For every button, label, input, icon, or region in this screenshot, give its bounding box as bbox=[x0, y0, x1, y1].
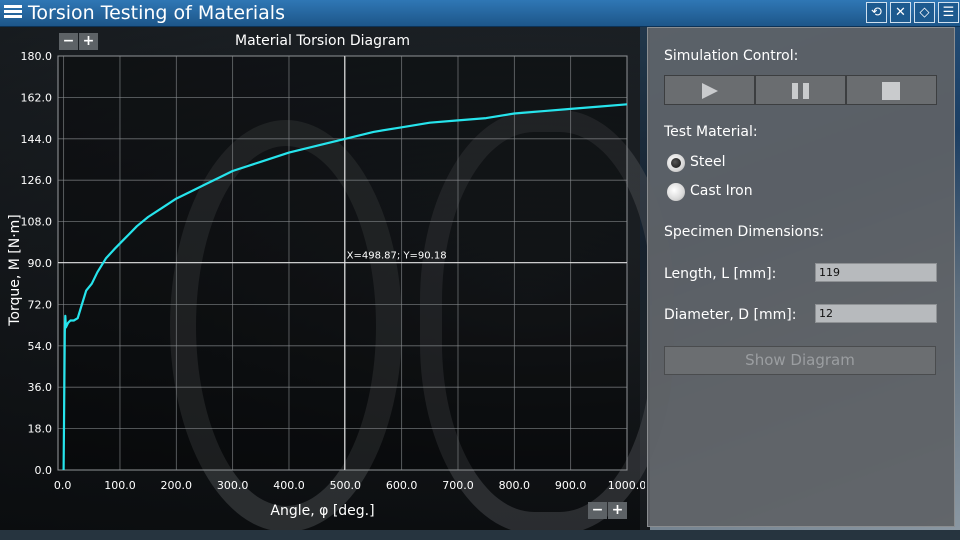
y-tick-label: 18.0 bbox=[28, 423, 53, 436]
y-tick-label: 90.0 bbox=[28, 257, 53, 270]
cast-iron-label[interactable]: Cast Iron bbox=[690, 183, 753, 199]
diameter-label: Diameter, D [mm]: bbox=[664, 307, 797, 323]
y-tick-label: 162.0 bbox=[21, 91, 53, 104]
x-zoom-in-button[interactable]: + bbox=[608, 502, 627, 519]
stop-icon bbox=[882, 82, 900, 100]
y-tick-label: 54.0 bbox=[28, 340, 53, 353]
test-material-label: Test Material: bbox=[664, 124, 758, 140]
x-tick-label: 700.0 bbox=[442, 479, 474, 492]
title-bar: Torsion Testing of Materials ⟲ ✕ ◇ ☰ bbox=[0, 0, 960, 27]
x-zoom-out-button[interactable]: − bbox=[588, 502, 607, 519]
diameter-field[interactable]: 12 bbox=[815, 304, 937, 323]
pause-button[interactable] bbox=[755, 75, 846, 105]
play-icon bbox=[702, 83, 718, 99]
y-tick-label: 126.0 bbox=[21, 174, 53, 187]
status-strip bbox=[0, 530, 960, 540]
notebook-icon[interactable]: ◇ bbox=[914, 2, 935, 23]
y-tick-label: 144.0 bbox=[21, 133, 53, 146]
x-tick-label: 300.0 bbox=[217, 479, 249, 492]
chart-area: − + Material Torsion Diagram 0.0 100.0 200… bbox=[0, 26, 645, 530]
y-tick-label: 0.0 bbox=[35, 464, 53, 477]
y-axis-label: Torque, M [N·m] bbox=[7, 214, 23, 326]
play-button[interactable] bbox=[664, 75, 755, 105]
torsion-chart[interactable]: 0.0 100.0 200.0 300.0 400.0 500.0 600.0 700.0 80… bbox=[0, 26, 646, 530]
x-tick-label: 100.0 bbox=[104, 479, 136, 492]
cast-iron-radio[interactable] bbox=[667, 183, 685, 201]
info-list-icon[interactable]: ☰ bbox=[938, 2, 959, 23]
app-title: Torsion Testing of Materials bbox=[28, 2, 285, 24]
y-tick-label: 36.0 bbox=[28, 381, 53, 394]
x-tick-label: 600.0 bbox=[386, 479, 418, 492]
x-tick-label: 800.0 bbox=[499, 479, 531, 492]
x-tick-label: 900.0 bbox=[555, 479, 587, 492]
pause-icon bbox=[792, 83, 809, 99]
length-label: Length, L [mm]: bbox=[664, 266, 777, 282]
y-tick-label: 180.0 bbox=[21, 50, 53, 63]
length-field[interactable]: 119 bbox=[815, 263, 937, 282]
hamburger-menu-icon[interactable] bbox=[4, 3, 22, 23]
x-axis-label: Angle, φ [deg.] bbox=[270, 503, 375, 519]
mute-icon[interactable]: ✕ bbox=[890, 2, 911, 23]
specimen-dimensions-label: Specimen Dimensions: bbox=[664, 224, 824, 240]
y-tick-label: 72.0 bbox=[28, 298, 53, 311]
x-tick-label: 1000.0 bbox=[608, 479, 645, 492]
x-tick-label: 200.0 bbox=[161, 479, 193, 492]
reset-icon[interactable]: ⟲ bbox=[866, 2, 887, 23]
x-tick-label: 0.0 bbox=[54, 479, 72, 492]
show-diagram-button[interactable]: Show Diagram bbox=[664, 346, 936, 375]
x-tick-label: 500.0 bbox=[330, 479, 362, 492]
simulation-control-label: Simulation Control: bbox=[664, 48, 799, 64]
crosshair-readout: X=498.87; Y=90.18 bbox=[347, 251, 447, 262]
x-tick-label: 400.0 bbox=[273, 479, 305, 492]
steel-label[interactable]: Steel bbox=[690, 154, 726, 170]
y-tick-label: 108.0 bbox=[21, 216, 53, 229]
control-panel: Simulation Control: Test Material: Steel… bbox=[647, 27, 955, 527]
steel-radio[interactable] bbox=[667, 154, 685, 172]
stop-button[interactable] bbox=[846, 75, 937, 105]
